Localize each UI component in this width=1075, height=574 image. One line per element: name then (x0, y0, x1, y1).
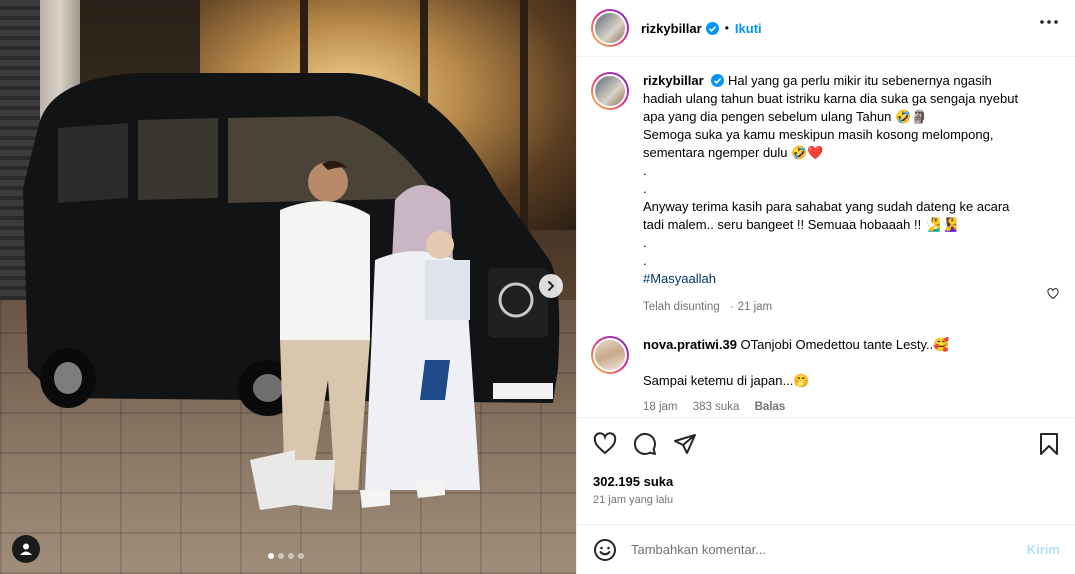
caption-text: rizkybillar Hal yang ga perlu mikir itu … (643, 72, 1043, 316)
reply-button[interactable]: Balas (755, 401, 786, 413)
comment-item: nova.pratiwi.39 OTanjobi Omedettou tante… (591, 336, 1060, 416)
caption-line: sementara ngemper dulu 🤣❤️ (643, 145, 824, 160)
caption-line: Anyway terima kasih para sahabat yang su… (643, 199, 1010, 214)
comment-likes[interactable]: 383 suka (693, 401, 740, 413)
comment-bubble-icon[interactable] (633, 432, 657, 456)
people-image (250, 160, 480, 510)
post-details-panel: rizkybillar • Ikuti rizkybillar Hal yang… (576, 0, 1075, 574)
edited-label: Telah disunting (643, 301, 720, 313)
more-options-icon[interactable] (1040, 20, 1058, 24)
chevron-right-icon (548, 281, 555, 291)
follow-button[interactable]: Ikuti (735, 21, 762, 36)
add-comment-bar: Kirim (577, 524, 1075, 574)
caption-line: Hal yang ga perlu mikir itu sebenernya n… (727, 73, 992, 88)
commenter-username[interactable]: nova.pratiwi.39 (643, 337, 737, 352)
emoji-icon[interactable] (593, 538, 617, 562)
hashtag-link[interactable]: #Masyaallah (643, 270, 1043, 288)
comment-text-2: Sampai ketemu di japan...🤭 (643, 373, 810, 388)
comment-text: OTanjobi Omedettou tante Lesty..🥰 (740, 337, 950, 352)
share-send-icon[interactable] (673, 432, 697, 456)
like-heart-icon[interactable] (593, 432, 617, 456)
caption-username[interactable]: rizkybillar (643, 73, 704, 88)
comment-input[interactable] (631, 542, 1027, 557)
post-header: rizkybillar • Ikuti (577, 0, 1075, 57)
comments-section[interactable]: rizkybillar Hal yang ga perlu mikir itu … (577, 58, 1075, 416)
caption-line: . (643, 253, 647, 268)
comment-time[interactable]: 18 jam (643, 401, 678, 413)
caption-meta: Telah disunting · 21 jam (643, 301, 773, 313)
author-username[interactable]: rizkybillar (641, 21, 702, 36)
verified-badge-icon (705, 21, 719, 35)
verified-badge-icon (711, 74, 725, 87)
carousel-dot (268, 553, 274, 559)
separator-dot: • (724, 21, 729, 35)
person-icon (20, 543, 32, 555)
post-comment-button[interactable]: Kirim (1027, 542, 1060, 557)
like-count[interactable]: 302.195 suka (593, 474, 673, 489)
caption-line: . (643, 181, 647, 196)
carousel-indicator (268, 553, 304, 559)
carousel-dot (278, 553, 284, 559)
tagged-users-button[interactable] (12, 535, 40, 563)
action-bar (577, 417, 1075, 469)
bookmark-icon[interactable] (1038, 432, 1060, 456)
carousel-dot (298, 553, 304, 559)
caption-line: tadi malem.. seru bangeet !! Semuaa hoba… (643, 217, 958, 232)
caption-time[interactable]: 21 jam (738, 301, 773, 313)
caption-line: apa yang dia pengen sebelum ulang Tahun … (643, 109, 928, 124)
caption-avatar[interactable] (591, 72, 629, 110)
author-avatar[interactable] (591, 9, 629, 47)
post-time[interactable]: 21 jam yang lalu (593, 494, 673, 506)
caption-line: . (643, 163, 647, 178)
caption-row: rizkybillar Hal yang ga perlu mikir itu … (591, 72, 1060, 316)
caption-line: hadiah ulang tahun buat istriku karna di… (643, 91, 1019, 106)
commenter-avatar[interactable] (591, 336, 629, 374)
caption-line: . (643, 235, 647, 250)
comment-like-heart-icon[interactable] (1047, 288, 1059, 300)
carousel-dot (288, 553, 294, 559)
caption-line: Semoga suka ya kamu meskipun masih koson… (643, 127, 994, 142)
next-slide-button[interactable] (539, 274, 563, 298)
comment-meta: 18 jam 383 suka Balas (643, 398, 1043, 416)
comment-body: nova.pratiwi.39 OTanjobi Omedettou tante… (643, 336, 1043, 416)
post-media[interactable] (0, 0, 576, 574)
